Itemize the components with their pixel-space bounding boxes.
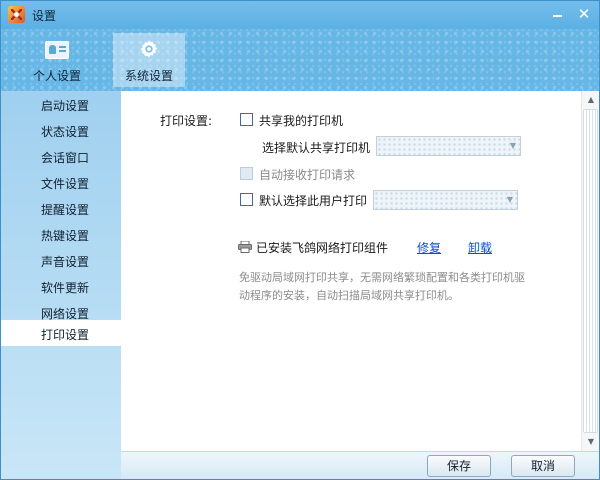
auto-receive-checkbox[interactable] bbox=[240, 167, 253, 180]
close-button[interactable]: ✕ bbox=[573, 5, 595, 23]
settings-window: 设置 ✕ 个人设置 系统设置 启动设置 状态设置 会话窗口 文件设置 提醒设置 … bbox=[0, 0, 600, 480]
default-shared-printer-label: 选择默认共享打印机 bbox=[262, 141, 371, 155]
auto-receive-label: 自动接收打印请求 bbox=[259, 168, 356, 182]
app-logo-icon bbox=[8, 6, 25, 23]
window-title: 设置 bbox=[32, 9, 57, 23]
uninstall-link[interactable]: 卸载 bbox=[468, 239, 492, 256]
default-user-select[interactable]: ▼ bbox=[373, 190, 518, 210]
sidebar-item-label: 会话窗口 bbox=[41, 151, 90, 165]
chevron-down-icon: ▼ bbox=[509, 141, 516, 150]
sidebar-item-label: 启动设置 bbox=[41, 99, 90, 113]
tab-label: 个人设置 bbox=[32, 69, 81, 83]
minimize-icon bbox=[552, 15, 562, 17]
sidebar-item-software-update[interactable]: 软件更新 bbox=[1, 273, 121, 299]
repair-link[interactable]: 修复 bbox=[417, 239, 441, 256]
sidebar-item-hotkey[interactable]: 热键设置 bbox=[1, 221, 121, 247]
sidebar-item-label: 打印设置 bbox=[41, 328, 90, 342]
default-user-print-label[interactable]: 默认选择此用户打印 bbox=[259, 192, 367, 209]
sidebar-item-label: 热键设置 bbox=[41, 229, 90, 243]
sidebar-item-label: 状态设置 bbox=[41, 125, 90, 139]
print-description: 免驱动局域网打印共享，无需网络繁琐配置和各类打印机驱动程序的安装，自动扫描局域网… bbox=[239, 271, 525, 302]
sidebar-item-print[interactable]: 打印设置 bbox=[1, 320, 121, 346]
sidebar-item-file[interactable]: 文件设置 bbox=[1, 169, 121, 195]
scroll-thumb[interactable] bbox=[583, 109, 598, 433]
title-bar: 设置 ✕ bbox=[1, 1, 599, 29]
share-printer-label[interactable]: 共享我的打印机 bbox=[259, 112, 343, 129]
sidebar-item-label: 声音设置 bbox=[41, 255, 90, 269]
sidebar-item-label: 提醒设置 bbox=[41, 203, 90, 217]
sidebar-item-reminder[interactable]: 提醒设置 bbox=[1, 195, 121, 221]
cancel-button[interactable]: 取消 bbox=[511, 455, 575, 477]
printer-icon bbox=[238, 241, 252, 253]
installed-component-label: 已安装飞鸽网络打印组件 bbox=[256, 241, 389, 255]
tab-label: 系统设置 bbox=[124, 69, 173, 83]
tab-personal-settings[interactable]: 个人设置 bbox=[21, 33, 93, 87]
sidebar-item-startup[interactable]: 启动设置 bbox=[1, 91, 121, 117]
minimize-button[interactable] bbox=[546, 5, 568, 23]
id-card-icon bbox=[45, 41, 69, 59]
sidebar-item-status[interactable]: 状态设置 bbox=[1, 117, 121, 143]
sidebar-item-label: 软件更新 bbox=[41, 281, 90, 295]
scroll-down-arrow-icon[interactable]: ▼ bbox=[586, 437, 596, 447]
sidebar-item-sound[interactable]: 声音设置 bbox=[1, 247, 121, 273]
sidebar: 启动设置 状态设置 会话窗口 文件设置 提醒设置 热键设置 声音设置 软件更新 … bbox=[1, 91, 121, 479]
share-printer-checkbox[interactable] bbox=[240, 113, 253, 126]
gear-icon bbox=[140, 40, 158, 58]
vertical-scrollbar[interactable]: ▲ ▼ bbox=[581, 91, 599, 451]
print-settings-label: 打印设置: bbox=[160, 114, 213, 128]
tab-header: 个人设置 系统设置 bbox=[1, 29, 599, 91]
tab-system-settings[interactable]: 系统设置 bbox=[113, 33, 185, 87]
save-button[interactable]: 保存 bbox=[427, 455, 491, 477]
default-user-print-checkbox[interactable] bbox=[240, 193, 253, 206]
close-icon: ✕ bbox=[577, 5, 591, 23]
sidebar-item-chat-window[interactable]: 会话窗口 bbox=[1, 143, 121, 169]
default-shared-printer-select[interactable]: ▼ bbox=[376, 136, 521, 156]
scroll-up-arrow-icon[interactable]: ▲ bbox=[586, 95, 596, 105]
sidebar-item-label: 文件设置 bbox=[41, 177, 90, 191]
chevron-down-icon: ▼ bbox=[506, 195, 513, 204]
